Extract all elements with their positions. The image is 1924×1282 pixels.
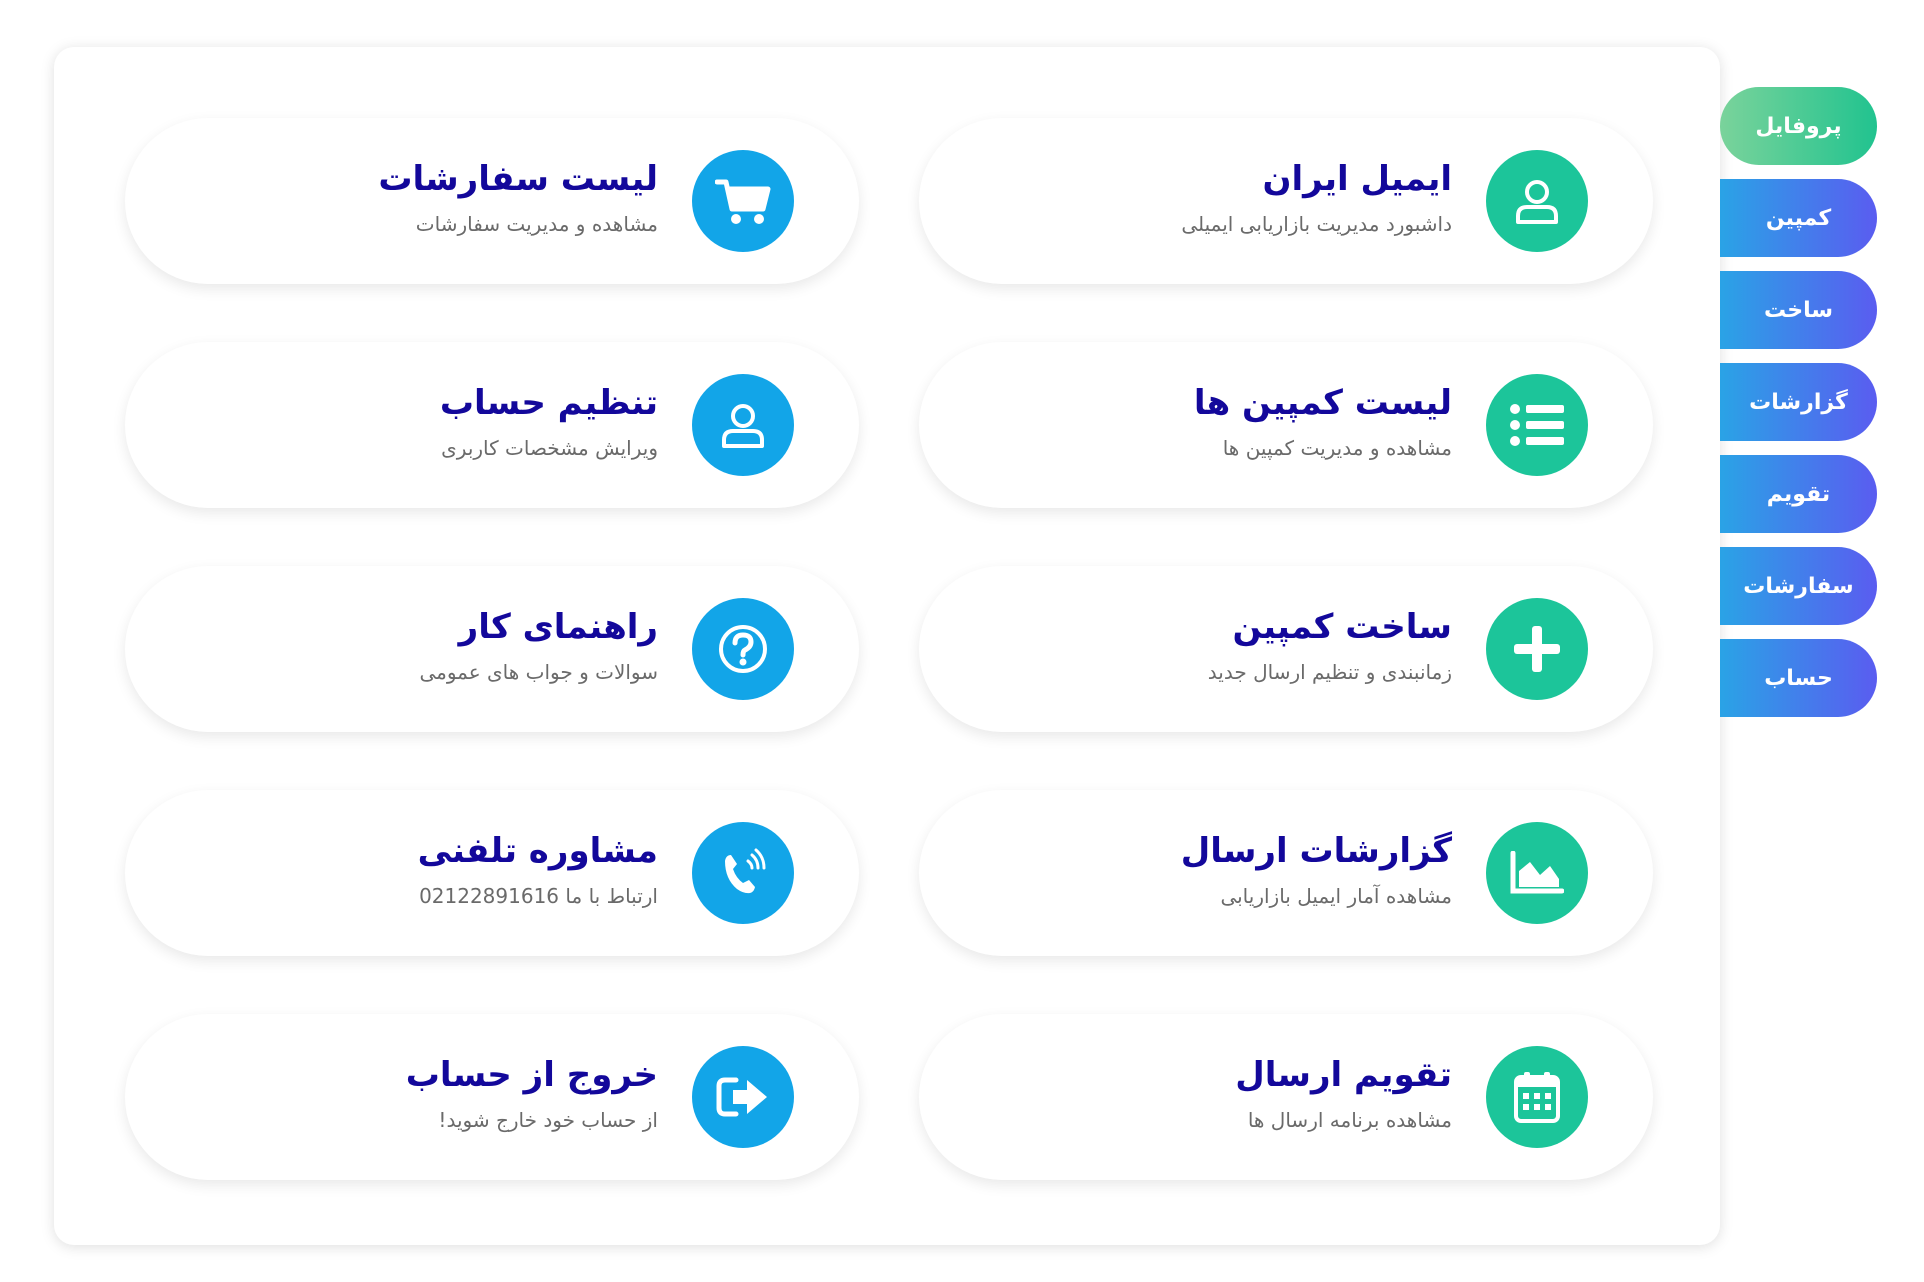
tab-reports[interactable]: گزارشات — [1720, 363, 1877, 441]
card-email-iran[interactable]: ایمیل ایران داشبورد مدیریت بازاریابی ایم… — [919, 118, 1653, 284]
card-title: تقویم ارسال — [1235, 1055, 1452, 1095]
tab-orders[interactable]: سفارشات — [1720, 547, 1877, 625]
tab-calendar[interactable]: تقویم — [1720, 455, 1877, 533]
user-icon — [692, 374, 794, 476]
card-logout[interactable]: خروج از حساب از حساب خود خارج شوید! — [125, 1014, 859, 1180]
card-title: ایمیل ایران — [1262, 159, 1452, 199]
card-subtitle: ویرایش مشخصات کاربری — [441, 436, 658, 460]
tab-profile[interactable]: پروفایل — [1720, 87, 1877, 165]
card-work-guide[interactable]: راهنمای کار سوالات و جواب های عمومی — [125, 566, 859, 732]
area-chart-icon — [1486, 822, 1588, 924]
card-orders-list[interactable]: لیست سفارشات مشاهده و مدیریت سفارشات — [125, 118, 859, 284]
question-icon — [692, 598, 794, 700]
card-subtitle: ارتباط با ما 02122891616 — [419, 884, 658, 908]
sign-out-icon — [692, 1046, 794, 1148]
card-title: لیست سفارشات — [378, 159, 658, 199]
card-subtitle: داشبورد مدیریت بازاریابی ایمیلی — [1181, 212, 1452, 236]
calendar-icon — [1486, 1046, 1588, 1148]
phone-icon — [692, 822, 794, 924]
dashboard-panel: ایمیل ایران داشبورد مدیریت بازاریابی ایم… — [54, 47, 1720, 1245]
card-subtitle: سوالات و جواب های عمومی — [419, 660, 658, 684]
tab-create[interactable]: ساخت — [1720, 271, 1877, 349]
card-phone-consult[interactable]: مشاوره تلفنی ارتباط با ما 02122891616 — [125, 790, 859, 956]
plus-icon — [1486, 598, 1588, 700]
card-subtitle: مشاهده برنامه ارسال ها — [1247, 1108, 1452, 1132]
card-title: مشاوره تلفنی — [417, 831, 658, 871]
card-title: لیست کمپین ها — [1193, 383, 1452, 423]
user-icon — [1486, 150, 1588, 252]
tab-account[interactable]: حساب — [1720, 639, 1877, 717]
card-send-reports[interactable]: گزارشات ارسال مشاهده آمار ایمیل بازاریاب… — [919, 790, 1653, 956]
card-subtitle: مشاهده و مدیریت کمپین ها — [1222, 436, 1452, 460]
card-title: ساخت کمپین — [1232, 607, 1452, 647]
card-send-calendar[interactable]: تقویم ارسال مشاهده برنامه ارسال ها — [919, 1014, 1653, 1180]
card-create-campaign[interactable]: ساخت کمپین زمانبندی و تنظیم ارسال جدید — [919, 566, 1653, 732]
card-account-settings[interactable]: تنظیم حساب ویرایش مشخصات کاربری — [125, 342, 859, 508]
card-subtitle: مشاهده آمار ایمیل بازاریابی — [1220, 884, 1452, 908]
card-title: خروج از حساب — [405, 1055, 658, 1095]
card-subtitle: زمانبندی و تنظیم ارسال جدید — [1207, 660, 1452, 684]
card-title: گزارشات ارسال — [1180, 831, 1452, 871]
card-title: تنظیم حساب — [439, 383, 658, 423]
card-campaign-list[interactable]: لیست کمپین ها مشاهده و مدیریت کمپین ها — [919, 342, 1653, 508]
card-subtitle: مشاهده و مدیریت سفارشات — [415, 212, 658, 236]
shopping-cart-icon — [692, 150, 794, 252]
card-subtitle: از حساب خود خارج شوید! — [438, 1108, 658, 1132]
tab-campaign[interactable]: کمپین — [1720, 179, 1877, 257]
card-title: راهنمای کار — [458, 607, 658, 647]
list-icon — [1486, 374, 1588, 476]
